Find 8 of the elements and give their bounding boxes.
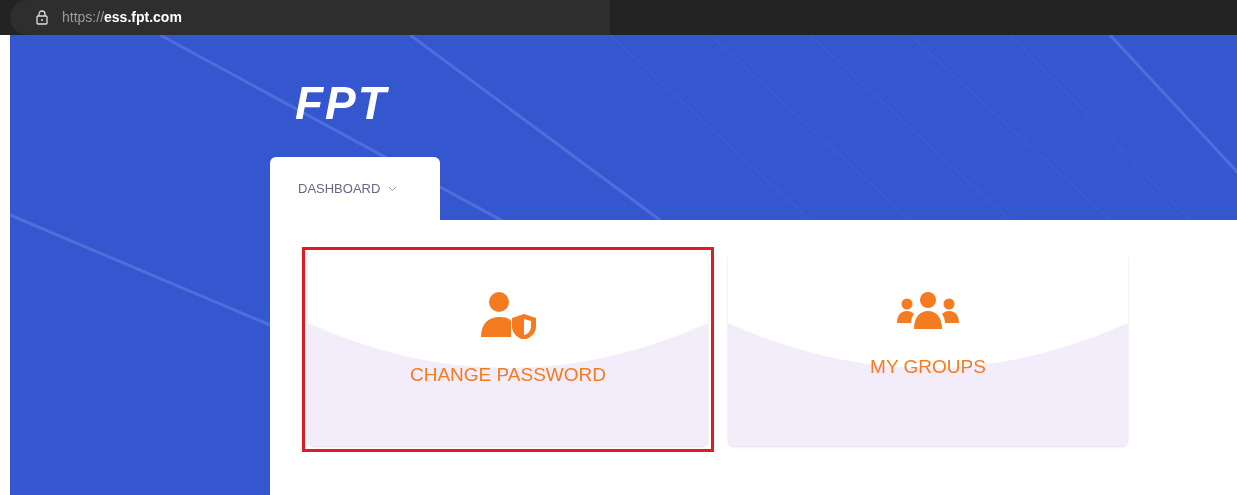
lock-icon[interactable] [36, 10, 48, 25]
card-label: MY GROUPS [870, 357, 986, 376]
address-field[interactable]: https://ess.fpt.com [62, 7, 182, 28]
card-label: CHANGE PASSWORD [410, 365, 606, 384]
logo: FPT [295, 80, 388, 126]
caret-icon [388, 185, 398, 192]
group-icon [897, 291, 959, 331]
dashboard-tab[interactable]: DASHBOARD [270, 157, 440, 220]
